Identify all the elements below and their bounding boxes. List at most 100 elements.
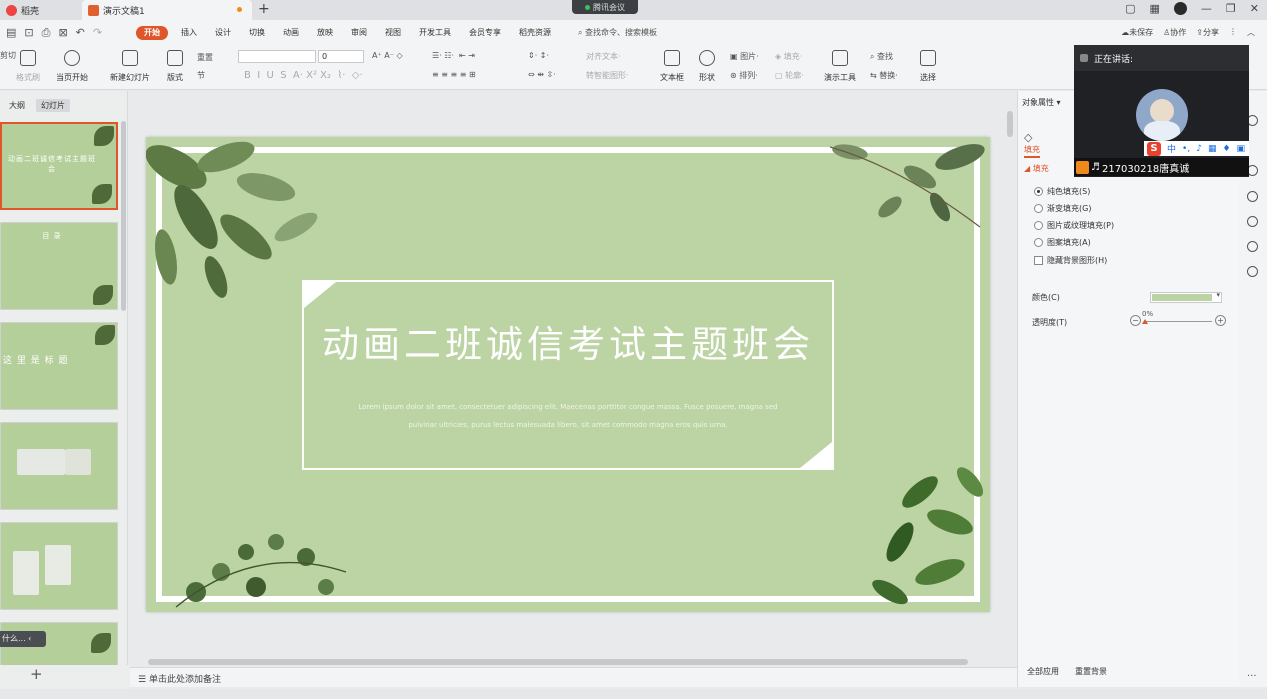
menu-start[interactable]: 开始 xyxy=(136,26,168,40)
more-icon[interactable]: ⋮ xyxy=(1229,27,1237,38)
undo-icon[interactable]: ↶ xyxy=(76,26,85,40)
align-text-button[interactable]: 对齐文本· xyxy=(586,51,621,62)
replace-button[interactable]: ⇆ 替换· xyxy=(870,70,898,81)
menu-view[interactable]: 视图 xyxy=(376,26,410,40)
picture-fill-option[interactable]: 图片或纹理填充(P) xyxy=(1034,220,1114,231)
menu-animation[interactable]: 动画 xyxy=(274,26,308,40)
slide-title[interactable]: 动画二班诚信考试主题班会 xyxy=(306,317,830,373)
share-button[interactable]: ⇪分享 xyxy=(1196,27,1219,38)
tab-slides[interactable]: 幻灯片 xyxy=(36,99,70,112)
new-slide-button[interactable]: 新建幻灯片 xyxy=(110,46,150,83)
arrange-button[interactable]: ⊛ 排列· xyxy=(730,70,758,81)
checkbox-hide-bg[interactable] xyxy=(1034,256,1043,265)
from-current-button[interactable]: 当页开始 xyxy=(56,46,88,83)
meeting-pill[interactable]: 腾讯会议 xyxy=(572,0,638,14)
font-style-toolbar[interactable]: B I U S A· X² X₂ ⌇· ◇· xyxy=(244,70,363,81)
punctuation-icon[interactable]: •, xyxy=(1182,144,1190,154)
restore-button[interactable]: ❐ xyxy=(1226,2,1236,15)
layout-icon[interactable]: ▢ xyxy=(1125,2,1135,15)
tab-outline[interactable]: 大纲 xyxy=(4,99,30,112)
panel-header[interactable]: 对象属性 ▾ xyxy=(1022,97,1061,108)
collapse-panel-tab[interactable]: 什么... ‹ xyxy=(0,631,46,647)
collaborate-button[interactable]: ♙协作 xyxy=(1163,27,1186,38)
menu-developer[interactable]: 开发工具 xyxy=(410,26,460,40)
slider-track[interactable] xyxy=(1144,321,1212,322)
minus-icon[interactable]: − xyxy=(1130,315,1141,326)
collapse-ribbon-icon[interactable]: ︿ xyxy=(1247,27,1255,38)
color-picker[interactable]: ▾ xyxy=(1150,291,1222,303)
line-spacing-controls[interactable]: ⇕· ↕· xyxy=(528,51,549,60)
transparency-slider[interactable]: − 0% + xyxy=(1130,310,1226,329)
vertical-scrollbar[interactable] xyxy=(1006,95,1014,655)
slide[interactable]: Lorem ipsum dolor sit amet, consectetuer… xyxy=(146,137,990,612)
fill-button[interactable]: ◈ 填充· xyxy=(775,51,802,62)
smartart-button[interactable]: 转智能图形· xyxy=(586,70,629,81)
gradient-fill-option[interactable]: 渐变填充(G) xyxy=(1034,203,1091,214)
title-textbox[interactable] xyxy=(302,280,834,470)
scroll-thumb[interactable] xyxy=(148,659,968,665)
plus-icon[interactable]: + xyxy=(1215,315,1226,326)
reset-button[interactable]: 重置 xyxy=(197,52,213,63)
keyboard-icon[interactable]: ▦ xyxy=(1208,144,1217,154)
redo-icon[interactable]: ↷ xyxy=(93,26,102,40)
pattern-fill-option[interactable]: 图案填充(A) xyxy=(1034,237,1091,248)
slide-canvas[interactable]: Lorem ipsum dolor sit amet, consectetuer… xyxy=(130,91,1004,665)
save-icon[interactable]: ⊡ xyxy=(24,26,33,40)
subtitle-placeholder[interactable]: Lorem ipsum dolor sit amet, consectetuer… xyxy=(326,398,810,434)
skin-icon[interactable]: ♦ xyxy=(1222,144,1230,154)
preview-icon[interactable]: ⊠ xyxy=(58,26,67,40)
radio-picture[interactable] xyxy=(1034,221,1043,230)
new-tab-button[interactable]: + xyxy=(258,1,270,17)
tab-document[interactable]: 演示文稿1 xyxy=(82,0,252,20)
add-slide-button[interactable]: + xyxy=(30,665,43,683)
toolbox-icon[interactable]: ▣ xyxy=(1237,144,1246,154)
fill-tab[interactable]: ◇ 填充 xyxy=(1024,131,1040,158)
radio-solid[interactable] xyxy=(1034,187,1043,196)
select-button[interactable]: 选择 xyxy=(920,46,936,83)
picture-button[interactable]: ▣ 图片· xyxy=(730,51,759,62)
menu-review[interactable]: 审阅 xyxy=(342,26,376,40)
meeting-overlay[interactable]: 正在讲话: S 中 •, ♪ ▦ ♦ ▣ ♬ 217030218唐真诚 xyxy=(1074,45,1249,177)
help-icon[interactable] xyxy=(1247,216,1258,227)
radio-gradient[interactable] xyxy=(1034,204,1043,213)
apply-all-button[interactable]: 全部应用 xyxy=(1024,665,1062,678)
menu-slideshow[interactable]: 放映 xyxy=(308,26,342,40)
unsaved-button[interactable]: ☁未保存 xyxy=(1121,27,1153,38)
menu-transition[interactable]: 切换 xyxy=(240,26,274,40)
font-size-select[interactable]: 0 xyxy=(318,50,364,63)
section-button[interactable]: 节 xyxy=(197,70,205,81)
font-size-controls[interactable]: A⁺ A⁻ ◇ xyxy=(372,51,403,60)
slide-thumbnail-5[interactable] xyxy=(0,522,118,610)
print-icon[interactable]: ⎙ xyxy=(42,26,51,40)
slide-thumbnail-1[interactable]: 动画二班诚信考试主题班会 xyxy=(0,122,118,210)
minimize-button[interactable]: — xyxy=(1201,2,1212,15)
cut-button[interactable]: 剪切 xyxy=(0,50,16,61)
list-controls[interactable]: ☰· ☷· ⇤ ⇥ xyxy=(432,51,475,60)
menu-design[interactable]: 设计 xyxy=(206,26,240,40)
find-button[interactable]: ⌕ 查找 xyxy=(870,51,893,62)
menu-docer[interactable]: 稻壳资源 xyxy=(510,26,560,40)
format-painter-button[interactable]: 格式刷 xyxy=(16,46,40,83)
fill-section-header[interactable]: ◢ 填充 xyxy=(1024,163,1049,174)
thumbnail-scrollbar[interactable] xyxy=(121,121,126,311)
copy-icon[interactable] xyxy=(1247,191,1258,202)
mic-icon[interactable]: ♪ xyxy=(1196,144,1202,154)
radio-pattern[interactable] xyxy=(1034,238,1043,247)
file-icon[interactable]: ▤ xyxy=(6,26,16,40)
layout-button[interactable]: 版式 xyxy=(167,46,183,83)
ime-mode[interactable]: 中 xyxy=(1167,142,1176,155)
location-icon[interactable] xyxy=(1247,266,1258,277)
ime-toolbar[interactable]: S 中 •, ♪ ▦ ♦ ▣ xyxy=(1144,141,1249,156)
slider-knob[interactable] xyxy=(1142,319,1148,324)
reset-background-button[interactable]: 重置背景 xyxy=(1072,665,1110,678)
shapes-button[interactable]: 形状 xyxy=(699,46,715,83)
solid-fill-option[interactable]: 纯色填充(S) xyxy=(1034,186,1090,197)
tab-home[interactable]: 稻壳 xyxy=(0,0,80,20)
horizontal-scrollbar[interactable] xyxy=(136,658,1000,666)
notes-pane[interactable]: ☰ 单击此处添加备注 xyxy=(130,667,1017,687)
presenter-tools-button[interactable]: 演示工具 xyxy=(824,46,856,83)
font-family-select[interactable] xyxy=(238,50,316,63)
slide-thumbnail-3[interactable]: 这 里 是 标 题 xyxy=(0,322,118,410)
apps-grid-icon[interactable]: ▦ xyxy=(1150,2,1160,15)
paragraph-align-controls[interactable]: ≡ ≡ ≡ ≡ ⊞ xyxy=(432,70,476,79)
